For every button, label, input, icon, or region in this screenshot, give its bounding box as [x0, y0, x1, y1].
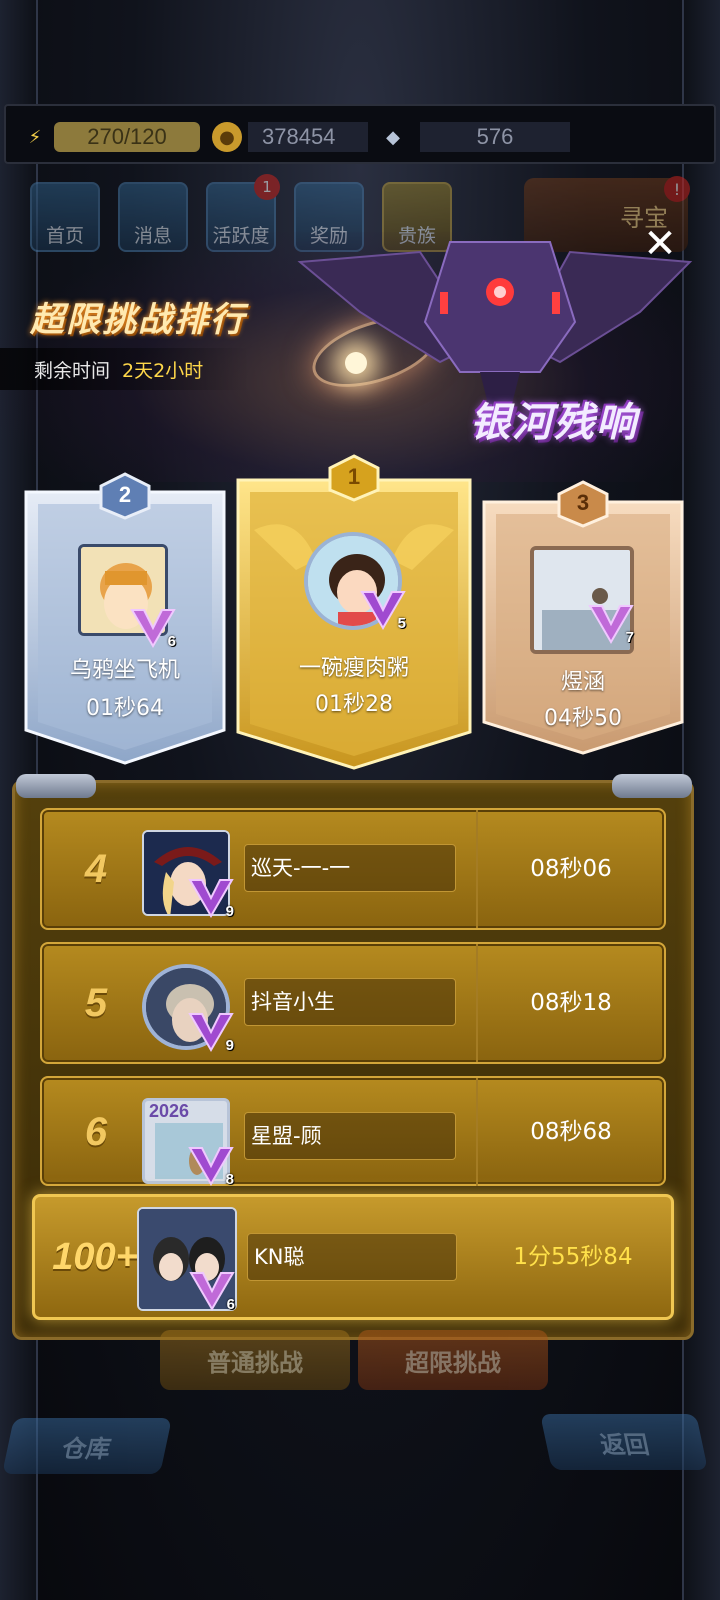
- player-time: 1分55秒84: [513, 1244, 633, 1270]
- vip-badge: 9: [186, 1008, 236, 1054]
- leaderboard-title: 超限挑战排行: [30, 300, 246, 340]
- player-name: 煜涵: [560, 670, 605, 695]
- player-name: KN聪: [247, 1233, 457, 1281]
- gold-resource[interactable]: ● 378454: [212, 122, 368, 152]
- coin-icon: ●: [212, 122, 242, 152]
- activity-badge: 1: [254, 174, 280, 200]
- rank-3-number: 3: [576, 490, 590, 515]
- remaining-time: 剩余时间 2天2小时: [0, 348, 250, 390]
- diamond-icon: ◆: [386, 126, 400, 148]
- list-item[interactable]: 5 9 抖音小生 08秒18: [40, 942, 666, 1064]
- warehouse-label: 仓库: [59, 1434, 114, 1463]
- player-time: 08秒18: [530, 990, 612, 1016]
- vip-badge: 8: [186, 1142, 236, 1188]
- rank-1-number: 1: [347, 464, 361, 489]
- rank-number: 100+: [52, 1236, 138, 1278]
- rank-number: 6: [84, 1110, 108, 1154]
- energy-value: 270/120: [54, 122, 200, 152]
- player-time: 08秒68: [530, 1119, 612, 1145]
- player-time: 01秒28: [315, 692, 393, 717]
- extreme-challenge-label: 超限挑战: [405, 1348, 501, 1377]
- player-name: 一碗瘦肉粥: [298, 656, 409, 681]
- vip-level: 6: [226, 1296, 235, 1313]
- energy-resource[interactable]: ⚡ 270/120: [20, 122, 200, 152]
- player-name: 星盟-顾: [244, 1112, 456, 1160]
- vip-badge: 5: [358, 586, 408, 632]
- gem-value: 576: [420, 122, 570, 152]
- event-banner: 超限挑战排行 剩余时间 2天2小时 银河残响: [0, 232, 720, 482]
- back-label: 返回: [597, 1430, 652, 1459]
- treasure-badge: !: [664, 176, 690, 202]
- back-button[interactable]: 返回: [540, 1414, 708, 1470]
- vip-badge: 6: [128, 604, 178, 650]
- rank-1-medal: 1: [326, 454, 382, 502]
- vip-level: 9: [225, 903, 234, 920]
- player-name: 巡天-一-一: [244, 844, 456, 892]
- podium-rank-1[interactable]: 1 5 一碗瘦肉粥 01秒28: [236, 454, 472, 770]
- panel-cap-right: [612, 774, 692, 798]
- gem-resource[interactable]: ◆ 576: [378, 122, 570, 152]
- list-item[interactable]: 6 2026 8 星盟-顾 08秒68: [40, 1076, 666, 1188]
- resource-bar: ⚡ 270/120 ● 378454 ◆ 576: [4, 104, 716, 164]
- avatar-frame-year: 2026: [149, 1101, 190, 1121]
- podium-rank-3[interactable]: 3 7 煜涵 04秒50: [482, 480, 684, 755]
- player-time: 08秒06: [530, 856, 612, 882]
- vip-level: 6: [167, 633, 176, 650]
- remaining-time-value: 2天2小时: [122, 359, 204, 382]
- rank-number: 4: [84, 847, 108, 891]
- remaining-time-label: 剩余时间: [34, 359, 111, 382]
- extreme-challenge-button[interactable]: 超限挑战: [358, 1330, 548, 1390]
- panel-cap-left: [16, 774, 96, 798]
- warehouse-button[interactable]: 仓库: [2, 1418, 172, 1474]
- rank-2-medal: 2: [97, 472, 153, 520]
- vip-badge: 6: [187, 1267, 237, 1313]
- gold-value: 378454: [248, 122, 368, 152]
- list-item[interactable]: 4 9 巡天-一-一 08秒06: [40, 808, 666, 930]
- vip-badge: 7: [586, 600, 636, 646]
- event-name: 银河残响: [470, 400, 638, 446]
- player-name: 抖音小生: [244, 978, 456, 1026]
- vip-level: 8: [225, 1171, 234, 1188]
- vip-badge: 9: [186, 874, 236, 920]
- vip-level: 9: [225, 1037, 234, 1054]
- lightning-icon: ⚡: [28, 126, 42, 148]
- vip-level: 7: [625, 629, 634, 646]
- player-time: 01秒64: [86, 696, 164, 721]
- close-icon[interactable]: ✕: [638, 222, 682, 266]
- vip-level: 5: [397, 615, 406, 632]
- rank-3-medal: 3: [555, 480, 611, 528]
- player-name: 乌鸦坐飞机: [69, 658, 180, 683]
- normal-challenge-label: 普通挑战: [207, 1348, 303, 1377]
- player-time: 04秒50: [544, 706, 622, 731]
- normal-challenge-button[interactable]: 普通挑战: [160, 1330, 350, 1390]
- rank-2-number: 2: [118, 482, 132, 507]
- podium-rank-2[interactable]: 2 6 乌鸦坐飞机 01秒64: [24, 472, 226, 765]
- rank-number: 5: [84, 981, 108, 1025]
- my-rank-row[interactable]: 100+ 6 KN聪 1分55秒84: [32, 1194, 674, 1320]
